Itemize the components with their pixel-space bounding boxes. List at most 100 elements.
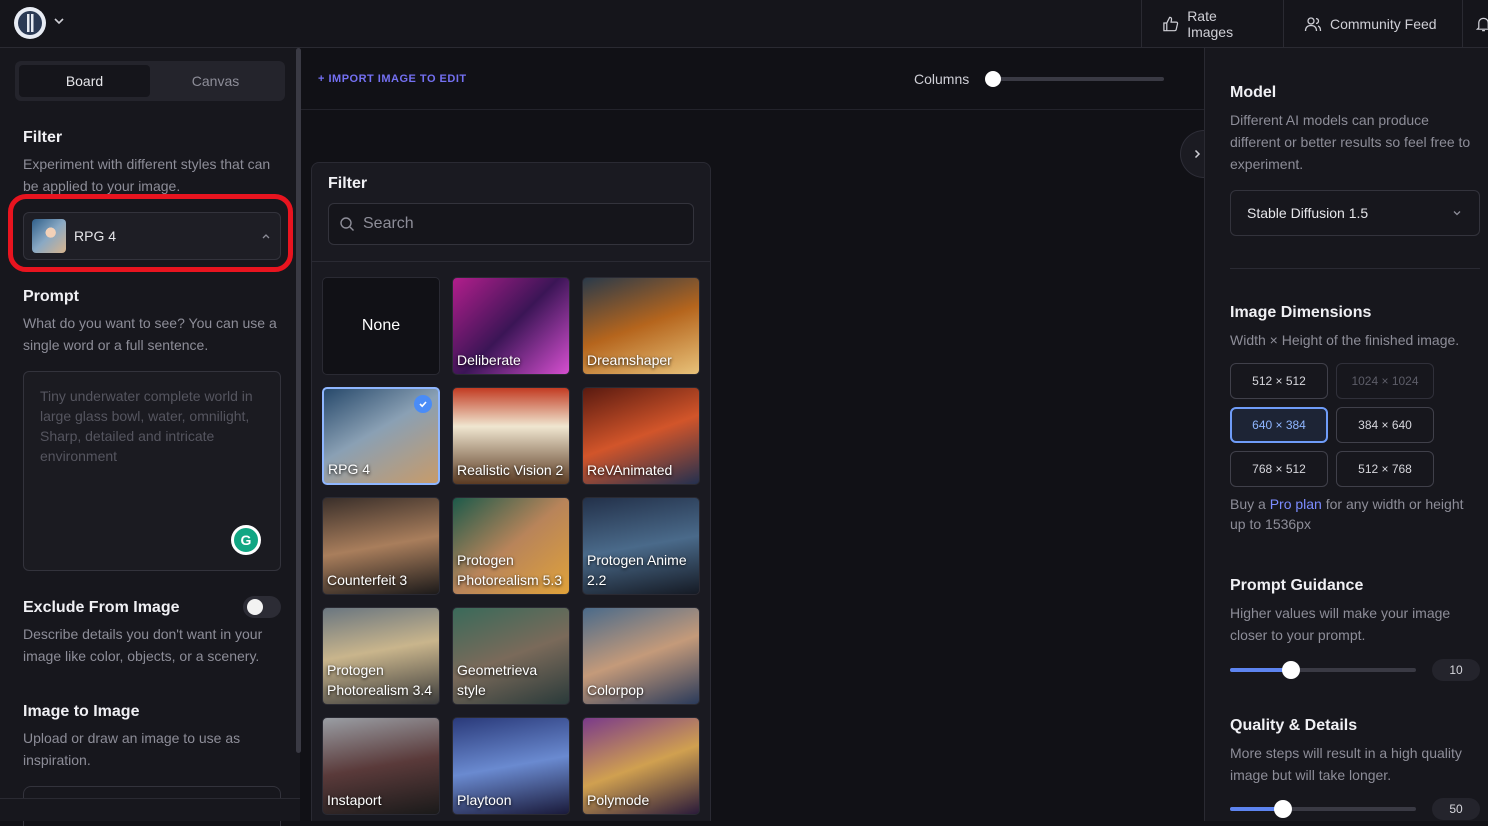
filter-tile-label: Counterfeit 3 <box>327 572 408 588</box>
filter-popover: Filter None Deliberate Dreamshaper RPG 4 Rea… <box>311 162 711 821</box>
filter-tile[interactable]: Realistic Vision 2 <box>452 387 570 485</box>
community-feed-label: Community Feed <box>1330 16 1437 32</box>
pro-plan-note: Buy a Pro plan for any width or height u… <box>1230 494 1480 534</box>
exclude-toggle[interactable] <box>243 596 281 618</box>
filter-tile[interactable]: Deliberate <box>452 277 570 375</box>
quality-value[interactable]: 50 <box>1432 798 1480 820</box>
users-icon <box>1304 17 1322 32</box>
dimension-option[interactable]: 512 × 768 <box>1336 451 1434 487</box>
columns-label: Columns <box>914 71 970 87</box>
quality-description: More steps will result in a high quality… <box>1230 745 1462 783</box>
pro-plan-link[interactable]: Pro plan <box>1270 496 1322 512</box>
board-area: + IMPORT IMAGE TO EDIT Columns Filter No… <box>301 48 1212 821</box>
img2img-description: Upload or draw an image to use as inspir… <box>23 730 241 768</box>
guidance-value[interactable]: 10 <box>1432 659 1480 681</box>
columns-slider[interactable] <box>985 71 1164 87</box>
filter-tile[interactable]: Polymode <box>582 717 700 815</box>
filter-tile[interactable]: Protogen Photorealism 5.3 <box>452 497 570 595</box>
model-divider <box>1230 268 1480 269</box>
filter-tile-label: Colorpop <box>587 682 644 698</box>
thumbs-up-icon <box>1163 16 1179 32</box>
logo-icon <box>18 11 42 35</box>
model-description: Different AI models can produce differen… <box>1230 112 1471 172</box>
grammarly-icon[interactable]: G <box>231 525 261 555</box>
quality-title: Quality & Details <box>1230 717 1358 734</box>
columns-slider-knob[interactable] <box>985 71 1001 87</box>
dimension-options: 512 × 512 1024 × 1024 640 × 384 384 × 640 76… <box>1230 363 1440 487</box>
board-canvas-tabs: Board Canvas <box>15 61 285 101</box>
dimension-option: 1024 × 1024 <box>1336 363 1434 399</box>
guidance-slider[interactable] <box>1230 661 1416 679</box>
board-header: + IMPORT IMAGE TO EDIT Columns <box>301 48 1204 110</box>
highlight-annotation <box>8 194 293 272</box>
img2img-title: Image to Image <box>23 703 140 720</box>
tab-board[interactable]: Board <box>19 65 150 97</box>
filter-tile[interactable]: Instaport <box>322 717 440 815</box>
exclude-title: Exclude From Image <box>23 599 180 616</box>
filter-popover-title: Filter <box>328 175 368 192</box>
filter-tile[interactable]: ReVAnimated <box>582 387 700 485</box>
filter-tile[interactable]: Counterfeit 3 <box>322 497 440 595</box>
filter-tile[interactable]: Dreamshaper <box>582 277 700 375</box>
filter-tile[interactable]: Colorpop <box>582 607 700 705</box>
filter-tile-label: Protogen Photorealism 5.3 <box>457 552 563 588</box>
chevron-down-icon <box>1453 211 1461 216</box>
model-dropdown[interactable]: Stable Diffusion 1.5 <box>1230 190 1480 236</box>
filter-tile-label: Protogen Photorealism 3.4 <box>327 662 433 698</box>
search-icon <box>340 217 354 231</box>
guidance-title: Prompt Guidance <box>1230 577 1364 594</box>
dimension-option[interactable]: 384 × 640 <box>1336 407 1434 443</box>
guidance-description: Higher values will make your image close… <box>1230 605 1451 643</box>
filter-tile-label: None <box>361 317 401 334</box>
app-logo[interactable] <box>14 7 46 39</box>
pro-plan-prefix: Buy a <box>1230 496 1270 512</box>
filter-tile-label: Deliberate <box>457 352 521 368</box>
notifications-button[interactable] <box>1462 0 1488 48</box>
filter-tile-label: RPG 4 <box>328 461 371 477</box>
community-feed-button[interactable]: Community Feed <box>1283 0 1462 48</box>
filter-tile[interactable]: None <box>322 277 440 375</box>
guidance-slider-knob[interactable] <box>1282 661 1301 679</box>
filter-tile[interactable]: Geometrieva style <box>452 607 570 705</box>
filter-popover-divider <box>312 261 710 262</box>
filter-search[interactable] <box>328 203 694 245</box>
quality-slider[interactable] <box>1230 800 1416 818</box>
filter-tile-label: Protogen Anime 2.2 <box>587 552 687 588</box>
tab-canvas[interactable]: Canvas <box>150 65 281 97</box>
top-bar: Rate Images Community Feed <box>0 0 1488 48</box>
chevron-right-icon <box>1194 149 1200 159</box>
import-image-link[interactable]: + IMPORT IMAGE TO EDIT <box>318 73 467 85</box>
filter-search-input[interactable] <box>363 215 683 233</box>
filter-tile[interactable]: Playtoon <box>452 717 570 815</box>
filter-tile-label: Dreamshaper <box>587 352 672 368</box>
filter-description: Experiment with different styles that ca… <box>23 156 271 194</box>
filter-title: Filter <box>23 129 63 146</box>
model-title: Model <box>1230 84 1277 101</box>
exclude-description: Describe details you don't want in your … <box>23 626 263 664</box>
filter-grid: None Deliberate Dreamshaper RPG 4 Realistic … <box>322 277 702 815</box>
prompt-input[interactable]: Tiny underwater complete world in large … <box>23 371 281 571</box>
dimension-option[interactable]: 640 × 384 <box>1230 407 1328 443</box>
filter-tile-label: ReVAnimated <box>587 462 673 478</box>
chevron-down-icon[interactable] <box>52 14 66 28</box>
filter-tile-label: Realistic Vision 2 <box>457 462 564 478</box>
dimension-option[interactable]: 768 × 512 <box>1230 451 1328 487</box>
filter-tile[interactable]: Protogen Photorealism 3.4 <box>322 607 440 705</box>
filter-tile-label: Playtoon <box>457 792 512 808</box>
dimensions-description: Width × Height of the finished image. <box>1230 332 1460 348</box>
prompt-description: What do you want to see? You can use a s… <box>23 315 277 353</box>
dimensions-title: Image Dimensions <box>1230 304 1372 321</box>
quality-slider-knob[interactable] <box>1274 800 1292 818</box>
rate-images-label: Rate Images <box>1187 8 1234 40</box>
bell-icon <box>1475 17 1488 32</box>
dimension-option[interactable]: 512 × 512 <box>1230 363 1328 399</box>
prompt-placeholder: Tiny underwater complete world in large … <box>40 388 253 464</box>
check-icon <box>414 395 432 413</box>
left-footer <box>0 798 300 821</box>
settings-panel: Model Different AI models can produce di… <box>1204 48 1488 821</box>
filter-tile-label: Instaport <box>327 792 382 808</box>
filter-tile[interactable]: RPG 4 <box>322 387 440 485</box>
rate-images-button[interactable]: Rate Images <box>1141 0 1283 48</box>
filter-tile-label: Polymode <box>587 792 650 808</box>
filter-tile[interactable]: Protogen Anime 2.2 <box>582 497 700 595</box>
